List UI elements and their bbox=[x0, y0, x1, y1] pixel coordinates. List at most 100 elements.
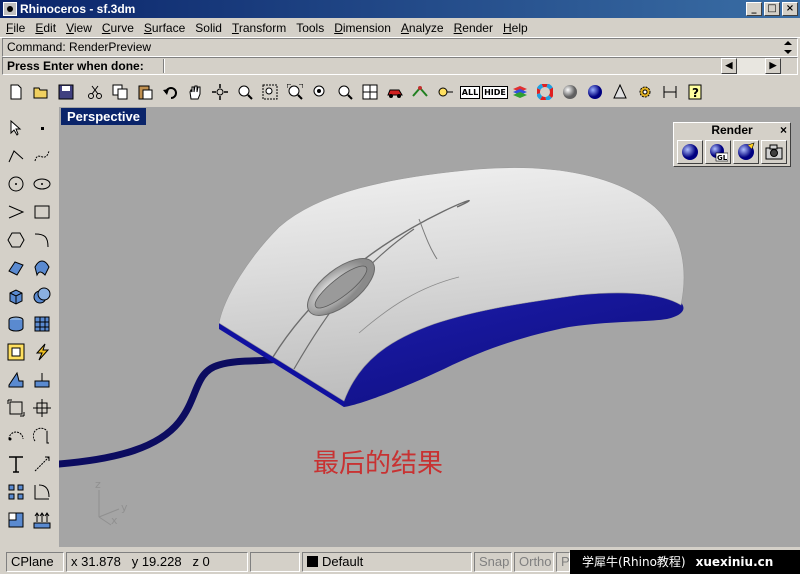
zoom-all-button[interactable] bbox=[333, 80, 357, 104]
polygon-button[interactable] bbox=[4, 228, 28, 252]
menu-view[interactable]: View bbox=[62, 21, 98, 35]
rotate-view-icon bbox=[212, 84, 228, 100]
menu-file[interactable]: File bbox=[2, 21, 31, 35]
arc-icon bbox=[8, 205, 25, 219]
menu-dimension[interactable]: Dimension bbox=[330, 21, 397, 35]
scroll-left-button[interactable]: ◀ bbox=[721, 58, 737, 74]
project-button[interactable] bbox=[4, 368, 28, 392]
zoom-selected-button[interactable] bbox=[308, 80, 332, 104]
ellipse-button[interactable] bbox=[30, 172, 54, 196]
show-all-button[interactable]: ALL bbox=[458, 80, 482, 104]
render-preview-button[interactable] bbox=[733, 140, 759, 164]
layer-tool-button[interactable] bbox=[408, 80, 432, 104]
zoom-extents-button[interactable] bbox=[283, 80, 307, 104]
cut-button[interactable] bbox=[83, 80, 107, 104]
render-toolbar-close[interactable]: × bbox=[780, 123, 787, 138]
status-planar[interactable]: P bbox=[556, 552, 570, 572]
watermark-left: 学犀牛(Rhino教程) bbox=[582, 555, 686, 569]
box-solid-button[interactable] bbox=[4, 284, 28, 308]
grid-arrows-icon bbox=[33, 512, 51, 529]
array-button[interactable] bbox=[4, 480, 28, 504]
maximize-button[interactable]: □ bbox=[764, 2, 780, 16]
rectangle-button[interactable] bbox=[30, 200, 54, 224]
polyline-button[interactable] bbox=[4, 144, 28, 168]
undo-button[interactable] bbox=[158, 80, 182, 104]
save-file-button[interactable] bbox=[54, 80, 78, 104]
command-history-scrollbar[interactable] bbox=[781, 39, 797, 56]
scroll-right-button[interactable]: ▶ bbox=[765, 58, 781, 74]
render-button[interactable] bbox=[677, 140, 703, 164]
status-layer[interactable]: Default bbox=[302, 552, 472, 572]
rotate-button[interactable] bbox=[4, 424, 28, 448]
paste-button[interactable] bbox=[133, 80, 157, 104]
menu-edit[interactable]: Edit bbox=[31, 21, 62, 35]
menu-render[interactable]: Render bbox=[450, 21, 499, 35]
grid-button[interactable] bbox=[30, 508, 54, 532]
scale-button[interactable] bbox=[4, 396, 28, 420]
text-object-button[interactable] bbox=[4, 340, 28, 364]
snap-point-button[interactable] bbox=[433, 80, 457, 104]
minimize-button[interactable]: _ bbox=[746, 2, 762, 16]
close-button[interactable]: × bbox=[782, 2, 798, 16]
color-wheel-button[interactable] bbox=[533, 80, 557, 104]
menu-surface[interactable]: Surface bbox=[140, 21, 191, 35]
render-toolbar-header[interactable]: Render × bbox=[674, 123, 790, 138]
plane-button[interactable] bbox=[30, 368, 54, 392]
point-button[interactable] bbox=[30, 116, 54, 140]
status-ortho[interactable]: Ortho bbox=[514, 552, 554, 572]
cylinder-solid-button[interactable] bbox=[4, 312, 28, 336]
text-button[interactable] bbox=[4, 452, 28, 476]
rhino-app-icon[interactable] bbox=[3, 2, 17, 16]
scroll-track[interactable] bbox=[737, 58, 765, 74]
pan-button[interactable] bbox=[183, 80, 207, 104]
menu-help[interactable]: Help bbox=[499, 21, 534, 35]
options-gear-button[interactable] bbox=[633, 80, 657, 104]
light-tool-button[interactable] bbox=[30, 340, 54, 364]
curve-button[interactable] bbox=[30, 144, 54, 168]
mirror-button[interactable] bbox=[30, 424, 54, 448]
menu-transform[interactable]: Transform bbox=[228, 21, 292, 35]
arc-button[interactable] bbox=[4, 200, 28, 224]
dimension-icon bbox=[663, 86, 677, 98]
layers-button[interactable] bbox=[508, 80, 532, 104]
menu-curve[interactable]: Curve bbox=[98, 21, 140, 35]
four-viewports-button[interactable] bbox=[358, 80, 382, 104]
viewport-title[interactable]: Perspective bbox=[61, 108, 146, 125]
curve-from-object-button[interactable] bbox=[30, 480, 54, 504]
command-hscroll[interactable]: ◀ ▶ bbox=[721, 58, 781, 74]
boolean-button[interactable] bbox=[30, 284, 54, 308]
menu-tools[interactable]: Tools bbox=[292, 21, 330, 35]
surface-from-points-button[interactable] bbox=[4, 256, 28, 280]
cplane-button[interactable] bbox=[4, 508, 28, 532]
render-camera-button[interactable] bbox=[761, 140, 787, 164]
move-button[interactable] bbox=[30, 396, 54, 420]
perspective-viewport[interactable]: z y x Perspective bbox=[59, 107, 800, 547]
menu-analyze[interactable]: Analyze bbox=[397, 21, 450, 35]
hide-button[interactable]: HIDE bbox=[482, 80, 508, 104]
menu-solid[interactable]: Solid bbox=[191, 21, 228, 35]
render-gl-button[interactable]: GL bbox=[705, 140, 731, 164]
fillet-curve-button[interactable] bbox=[30, 228, 54, 252]
help-button[interactable]: ? bbox=[683, 80, 707, 104]
copy-button[interactable] bbox=[108, 80, 132, 104]
zoom-window-button[interactable] bbox=[258, 80, 282, 104]
select-arrow-button[interactable] bbox=[4, 116, 28, 140]
circle-button[interactable] bbox=[4, 172, 28, 196]
status-cplane[interactable]: CPlane bbox=[6, 552, 64, 572]
dimension-button[interactable] bbox=[658, 80, 682, 104]
rotate-view-button[interactable] bbox=[208, 80, 232, 104]
command-prompt[interactable]: Press Enter when done: ◀ ▶ bbox=[2, 57, 798, 75]
polyline-icon bbox=[8, 150, 24, 163]
mesh-button[interactable] bbox=[30, 312, 54, 336]
rendered-scene: z y x bbox=[59, 167, 685, 527]
open-file-button[interactable] bbox=[29, 80, 53, 104]
status-snap[interactable]: Snap bbox=[474, 552, 512, 572]
light-button[interactable] bbox=[608, 80, 632, 104]
blue-sphere-button[interactable] bbox=[583, 80, 607, 104]
extend-button[interactable] bbox=[30, 452, 54, 476]
surface-loft-button[interactable] bbox=[30, 256, 54, 280]
zoom-dynamic-button[interactable] bbox=[233, 80, 257, 104]
select-all-car-button[interactable] bbox=[383, 80, 407, 104]
gray-sphere-button[interactable] bbox=[558, 80, 582, 104]
new-file-button[interactable] bbox=[4, 80, 28, 104]
